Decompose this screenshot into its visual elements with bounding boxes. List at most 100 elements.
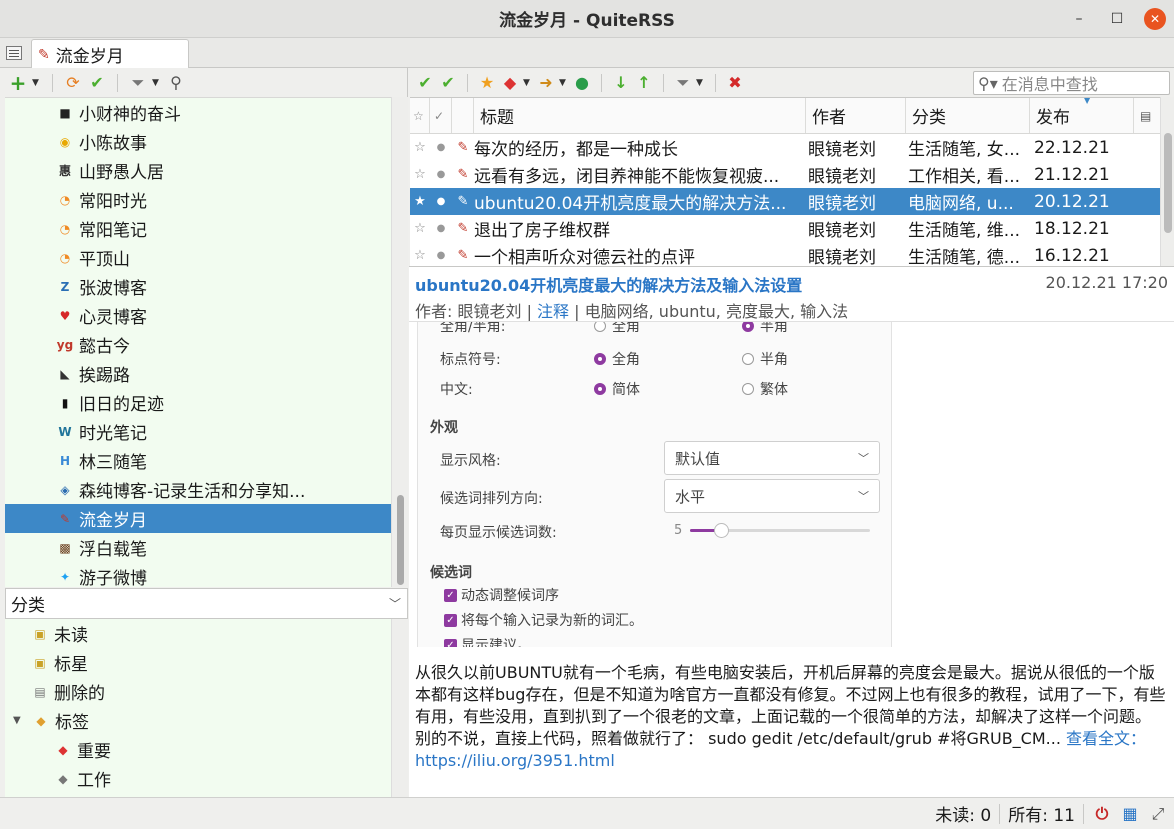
open-browser-icon[interactable]: ● <box>572 73 592 93</box>
feed-item[interactable]: W 时光笔记 <box>5 417 391 446</box>
feed-item[interactable]: ◈ 森纯博客-记录生活和分享知... <box>5 475 391 504</box>
add-feed-icon[interactable]: + <box>8 71 28 95</box>
star-toggle-icon[interactable]: ☆ <box>410 140 430 155</box>
radio-on-icon <box>594 353 606 365</box>
star-icon[interactable]: ★ <box>477 73 497 93</box>
icon-column-header[interactable] <box>452 98 474 133</box>
feed-item[interactable]: ▩ 浮白载笔 <box>5 533 391 562</box>
feed-item[interactable]: yg 懿古今 <box>5 330 391 359</box>
shot-label: 每页显示候选词数: <box>440 525 557 541</box>
share-icon[interactable]: ➜ <box>536 73 556 93</box>
star-column-header[interactable]: ☆ <box>410 98 430 133</box>
adblock-icon[interactable]: ⏻ <box>1092 804 1112 824</box>
mark-read-icon[interactable]: ✔ <box>415 73 435 93</box>
add-dropdown-icon[interactable]: ▼ <box>32 78 42 88</box>
news-filter-dropdown-icon[interactable]: ▼ <box>696 78 706 88</box>
news-row[interactable]: ☆ ● ✎ 每次的经历，都是一种成长 眼镜老刘 生活随笔, 女... 22.12.21 <box>410 134 1160 161</box>
star-toggle-icon[interactable]: ☆ <box>410 248 430 263</box>
news-filter-icon[interactable]: ⏷ <box>673 73 693 93</box>
title-column-header[interactable]: 标题 <box>474 98 806 133</box>
feed-item[interactable]: ✦ 游子微博 <box>5 562 391 587</box>
category-item[interactable]: ◆ 工作 <box>5 764 391 793</box>
read-status-icon[interactable]: ● <box>430 250 452 261</box>
tab-feed[interactable]: ✎ 流金岁月 <box>31 39 189 69</box>
author-column-header[interactable]: 作者 <box>806 98 906 133</box>
chevron-down-icon[interactable]: ﹀ <box>389 595 401 612</box>
news-row[interactable]: ★ ● ✎ ubuntu20.04开机亮度最大的解决方法... 眼镜老刘 电脑网络, u.… <box>410 188 1160 215</box>
category-item-label: 删除的 <box>54 684 105 704</box>
comments-link[interactable]: 注释 <box>537 302 569 321</box>
total-count: 所有: 11 <box>1008 806 1075 826</box>
feed-item[interactable]: ◔ 常阳笔记 <box>5 214 391 243</box>
feed-item[interactable]: ♥ 心灵博客 <box>5 301 391 330</box>
update-feeds-icon[interactable]: ⟳ <box>63 73 83 93</box>
mark-all-read-icon[interactable]: ✔ <box>438 73 458 93</box>
star-toggle-icon[interactable]: ★ <box>410 194 430 209</box>
tag-red-icon: ◆ <box>58 742 68 757</box>
news-row[interactable]: ☆ ● ✎ 一个相声听众对德云社的点评 眼镜老刘 生活随笔, 德... 16.12.21 <box>410 242 1160 267</box>
feed-item[interactable]: ✎ 流金岁月 <box>5 504 391 533</box>
expand-arrow-icon[interactable]: ▼ <box>13 715 27 726</box>
feed-item[interactable]: ◔ 常阳时光 <box>5 185 391 214</box>
news-list-scrollbar[interactable] <box>1160 97 1174 266</box>
read-status-icon[interactable]: ● <box>430 223 452 234</box>
label-icon[interactable]: ◆ <box>500 73 520 93</box>
category-item[interactable]: ◆ 重要 <box>5 735 391 764</box>
rss-icon: ◔ <box>59 250 71 265</box>
layout-icon[interactable]: ▦ <box>1120 804 1140 824</box>
search-input[interactable]: ⚲▾ 在消息中查找 <box>973 71 1170 95</box>
read-column-header[interactable]: ✓ <box>430 98 452 133</box>
previous-news-icon[interactable]: ↑ <box>634 73 654 93</box>
feed-item[interactable]: ◔ 平顶山 <box>5 243 391 272</box>
feed-item[interactable]: 惠山野愚人居 <box>5 156 391 185</box>
next-news-icon[interactable]: ↓ <box>611 73 631 93</box>
news-date: 21.12.21 <box>1034 164 1110 185</box>
category-item[interactable]: ▤ 删除的 <box>5 677 391 706</box>
delete-icon[interactable]: ✖ <box>725 73 745 93</box>
news-row[interactable]: ☆ ● ✎ 远看有多远，闭目养神能不能恢复视疲... 眼镜老刘 工作相关, 看... 21.… <box>410 161 1160 188</box>
column-chooser[interactable]: ▤ <box>1134 98 1160 133</box>
shot-radio: 繁体 <box>742 379 788 399</box>
news-row[interactable]: ☆ ● ✎ 退出了房子维权群 眼镜老刘 生活随笔, 维... 18.12.21 <box>410 215 1160 242</box>
search-placeholder: 在消息中查找 <box>1001 75 1098 94</box>
categories-scrollbar[interactable] <box>391 619 408 797</box>
published-column-header[interactable]: 发布 ▼ <box>1030 98 1134 133</box>
feed-item[interactable]: ◉ 小陈故事 <box>5 127 391 156</box>
trash-icon: ▤ <box>34 684 46 699</box>
star-toggle-icon[interactable]: ☆ <box>410 221 430 236</box>
share-dropdown-icon[interactable]: ▼ <box>559 78 569 88</box>
read-status-icon[interactable]: ● <box>430 169 452 180</box>
category-item[interactable]: ▣ 未读 <box>5 619 391 648</box>
main-menu-icon[interactable] <box>6 46 22 60</box>
read-status-icon[interactable]: ● <box>430 196 452 207</box>
category-column-header[interactable]: 分类 <box>906 98 1030 133</box>
chevron-down-icon: ﹀ <box>858 452 869 465</box>
minimize-button[interactable]: – <box>1060 0 1098 38</box>
shot-option: 全角 <box>612 352 640 368</box>
scrollbar-thumb[interactable] <box>1164 133 1172 233</box>
categories-selector[interactable]: 分类 ﹀ <box>5 588 408 619</box>
category-item[interactable]: ▼ ◆ 标签 <box>5 706 391 735</box>
feed-list-scrollbar[interactable] <box>391 97 408 587</box>
feed-item-label: 山野愚人居 <box>79 163 164 183</box>
mark-read-icon[interactable]: ✔ <box>87 73 107 93</box>
feed-item[interactable]: ■ 小财神的奋斗 <box>5 98 391 127</box>
radio-off-icon <box>742 353 754 365</box>
star-toggle-icon[interactable]: ☆ <box>410 167 430 182</box>
filter-dropdown-icon[interactable]: ▼ <box>152 78 162 88</box>
category-item[interactable]: ▣ 标星 <box>5 648 391 677</box>
fullscreen-icon[interactable]: ⤢ <box>1148 804 1168 824</box>
read-status-icon[interactable]: ● <box>430 142 452 153</box>
feed-item[interactable]: ▮ 旧日的足迹 <box>5 388 391 417</box>
search-icon[interactable]: ⚲ <box>166 73 186 93</box>
toolbar-separator <box>715 73 716 92</box>
feed-item[interactable]: ◣ 挨踢路 <box>5 359 391 388</box>
feed-item[interactable]: Z 张波博客 <box>5 272 391 301</box>
scrollbar-thumb[interactable] <box>397 495 404 585</box>
label-dropdown-icon[interactable]: ▼ <box>523 78 533 88</box>
feed-item[interactable]: H 林三随笔 <box>5 446 391 475</box>
close-button[interactable]: ✕ <box>1136 0 1174 38</box>
maximize-button[interactable]: ☐ <box>1098 0 1136 38</box>
filter-icon[interactable]: ⏷ <box>128 73 148 93</box>
toolbar-separator <box>663 73 664 92</box>
